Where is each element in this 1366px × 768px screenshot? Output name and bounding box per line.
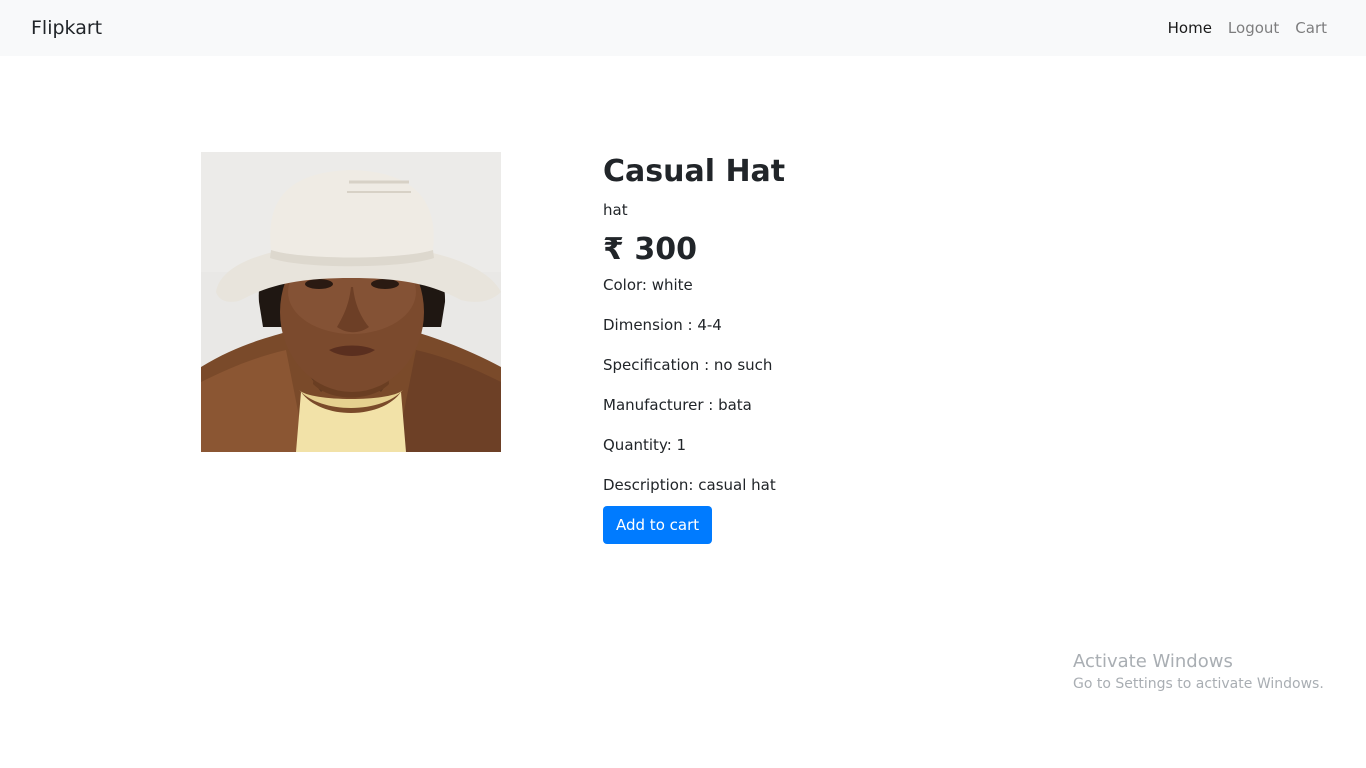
watermark-subtitle: Go to Settings to activate Windows. [1073,676,1324,692]
spec-dimension: Dimension : 4-4 [603,316,722,334]
spec-manufacturer: Manufacturer : bata [603,396,752,414]
product-price: ₹ 300 [603,232,697,267]
spec-description: Description: casual hat [603,476,776,494]
spec-color: Color: white [603,276,693,294]
nav-cart-link[interactable]: Cart [1295,17,1327,39]
spec-quantity: Quantity: 1 [603,436,687,454]
nav-home-link[interactable]: Home [1168,17,1212,39]
watermark-title: Activate Windows [1073,651,1233,672]
spec-specification: Specification : no such [603,356,773,374]
windows-activation-watermark: Activate Windows Go to Settings to activ… [1073,650,1324,694]
product-title: Casual Hat [603,154,786,189]
brand-logo-link[interactable]: Flipkart [31,15,102,41]
nav-logout-link[interactable]: Logout [1228,17,1279,39]
product-image [201,152,501,452]
nav-links: Home Logout Cart [1168,17,1327,39]
product-category: hat [603,201,628,219]
product-details: Casual Hat hat ₹ 300 Color: white Dimens… [603,152,1063,544]
product-spec-list: Color: white Dimension : 4-4 Specificati… [603,274,1063,496]
product-photo [201,152,501,452]
add-to-cart-button[interactable]: Add to cart [603,506,713,544]
top-navbar: Flipkart Home Logout Cart [0,0,1366,56]
